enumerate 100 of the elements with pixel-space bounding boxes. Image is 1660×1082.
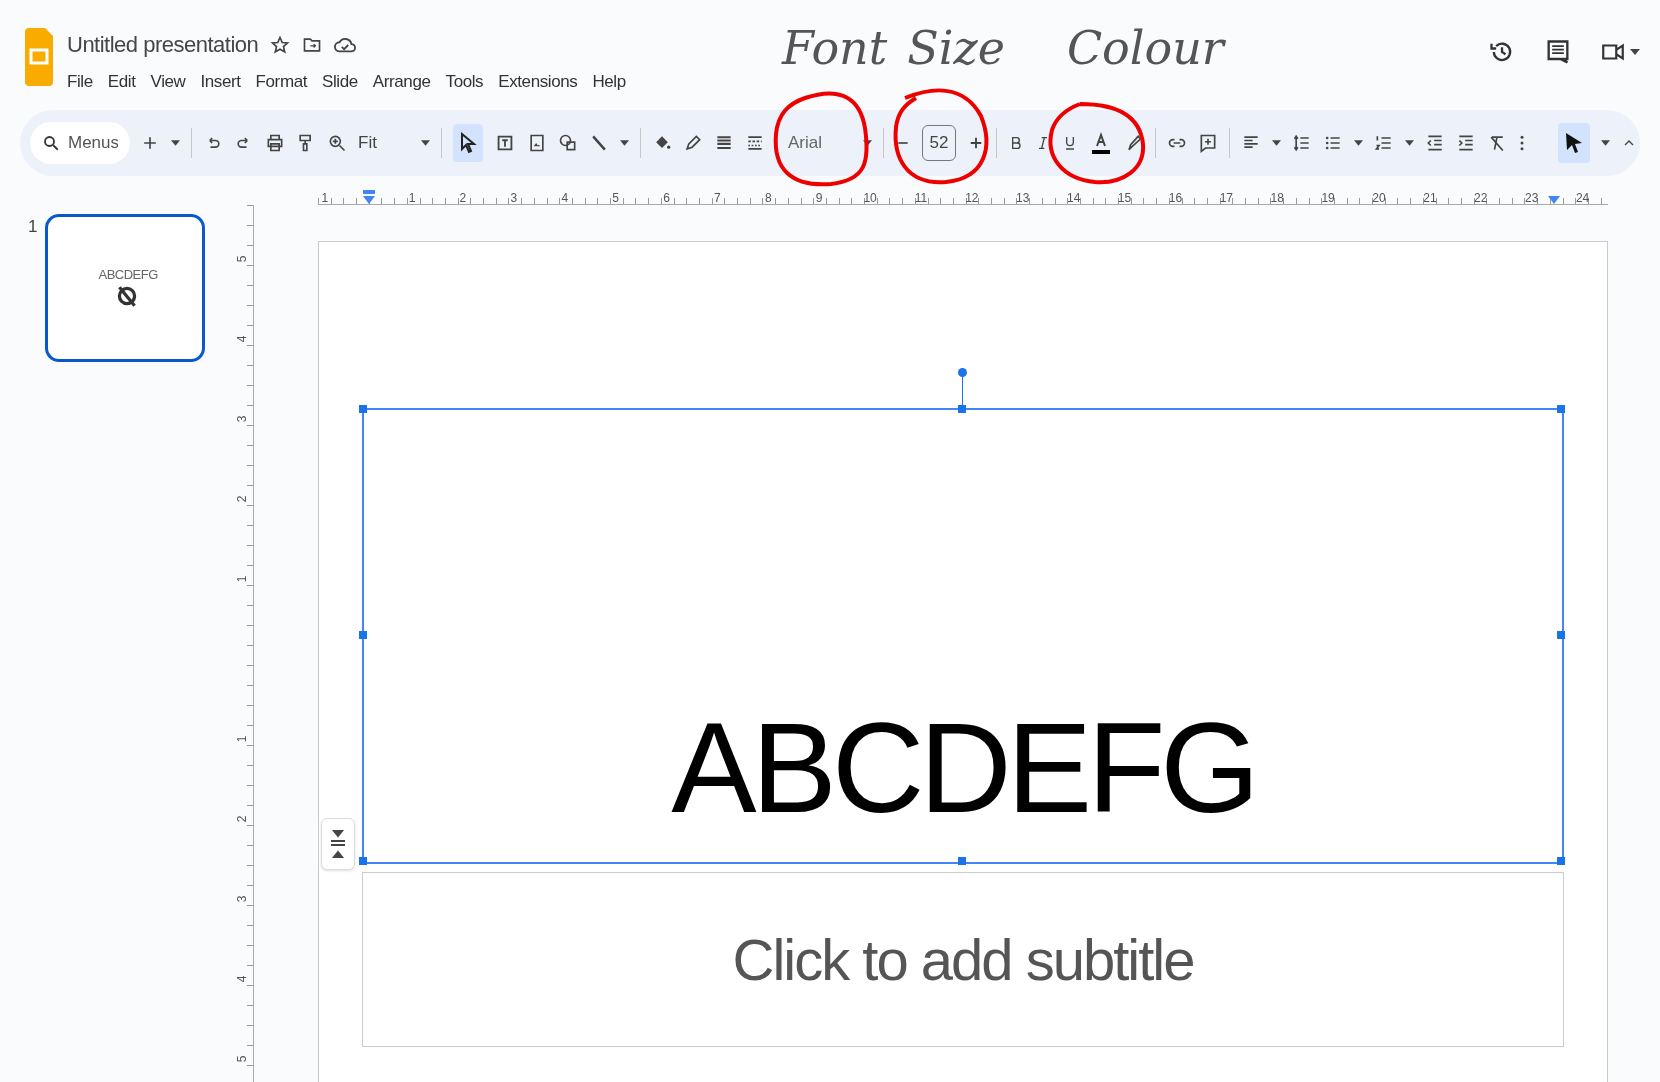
caret-icon[interactable] bbox=[1601, 140, 1610, 146]
right-indent-marker-icon[interactable] bbox=[1548, 196, 1560, 204]
select-tool-button[interactable] bbox=[453, 124, 483, 162]
image-icon[interactable] bbox=[527, 133, 547, 153]
ruler-number: 10 bbox=[863, 192, 877, 204]
caret-icon[interactable] bbox=[171, 140, 180, 146]
menu-item[interactable]: Help bbox=[592, 69, 626, 95]
menu-item[interactable]: File bbox=[67, 69, 93, 95]
menu-item[interactable]: Format bbox=[255, 69, 308, 95]
font-dropdown[interactable]: Arial bbox=[788, 130, 872, 156]
subtitle-placeholder-box[interactable]: Click to add subtitle bbox=[362, 872, 1564, 1047]
menu-item[interactable]: Edit bbox=[107, 69, 136, 95]
rotate-handle[interactable] bbox=[958, 368, 967, 408]
resize-handle[interactable] bbox=[958, 405, 966, 413]
ruler-number: 6 bbox=[663, 192, 670, 204]
text-color-icon[interactable] bbox=[1089, 130, 1113, 156]
more-icon[interactable] bbox=[1518, 133, 1526, 153]
search-field[interactable]: Menus bbox=[68, 130, 118, 156]
handwritten-note: Size bbox=[907, 20, 1005, 77]
star-icon[interactable] bbox=[270, 34, 291, 55]
slide-number: 1 bbox=[28, 216, 38, 238]
ruler-number: 24 bbox=[1575, 192, 1590, 204]
ruler-number: 2 bbox=[234, 815, 251, 823]
resize-handle[interactable] bbox=[359, 405, 367, 413]
handwritten-note: Font bbox=[782, 20, 888, 77]
cursor-icon bbox=[459, 132, 477, 154]
ruler-number: 15 bbox=[1117, 192, 1132, 204]
resize-handle[interactable] bbox=[1557, 857, 1565, 865]
ruler-number: 17 bbox=[1219, 192, 1233, 204]
caret-icon[interactable] bbox=[1354, 140, 1363, 146]
autofit-icon bbox=[329, 829, 347, 859]
increase-indent-icon[interactable] bbox=[1456, 133, 1476, 153]
ruler-number: 5 bbox=[234, 255, 251, 263]
menu-item[interactable]: Extensions bbox=[498, 69, 578, 95]
resize-handle[interactable] bbox=[359, 857, 367, 865]
search-bar[interactable]: Menus bbox=[30, 122, 130, 164]
ruler-number: 23 bbox=[1525, 192, 1539, 204]
ruler-number: 2 bbox=[459, 192, 467, 204]
slide-thumbnail[interactable]: ABCDEFG bbox=[45, 214, 206, 362]
thumbnail-text: ABCDEFG bbox=[98, 266, 158, 284]
shape-icon[interactable] bbox=[558, 133, 578, 153]
indent-marker-icon[interactable] bbox=[361, 190, 376, 206]
border-dash-icon[interactable] bbox=[745, 133, 765, 153]
decrease-indent-icon[interactable] bbox=[1425, 133, 1445, 153]
menu-item[interactable]: Insert bbox=[200, 69, 241, 95]
ruler-number: 4 bbox=[234, 975, 251, 983]
autofit-button[interactable] bbox=[321, 818, 355, 870]
caret-icon bbox=[421, 140, 430, 146]
ruler-number: 3 bbox=[234, 415, 251, 423]
print-icon[interactable] bbox=[265, 133, 285, 153]
ruler-number: 8 bbox=[764, 192, 772, 204]
font-size-field[interactable]: 52 bbox=[922, 125, 956, 161]
ruler-number: 4 bbox=[234, 335, 251, 343]
caret-icon bbox=[1630, 49, 1640, 55]
ruler-number: 22 bbox=[1474, 192, 1488, 204]
add-comment-icon[interactable] bbox=[1198, 133, 1218, 153]
ruler-number: 18 bbox=[1270, 192, 1284, 204]
zoom-dropdown[interactable]: Fit bbox=[358, 130, 430, 156]
ruler-number: 9 bbox=[815, 192, 823, 204]
zoom-icon[interactable] bbox=[327, 133, 347, 153]
ruler-number: 1 bbox=[408, 192, 416, 204]
document-title[interactable]: Untitled presentation bbox=[67, 28, 259, 61]
line-spacing-icon[interactable] bbox=[1292, 133, 1312, 153]
menu-item[interactable]: Slide bbox=[322, 69, 358, 95]
ruler-number: 2 bbox=[234, 495, 251, 503]
ruler-number: 12 bbox=[965, 192, 979, 204]
caret-icon bbox=[863, 140, 872, 146]
resize-handle[interactable] bbox=[958, 857, 966, 865]
ruler-number: 3 bbox=[234, 895, 251, 903]
subtitle-placeholder: Click to add subtitle bbox=[732, 926, 1194, 994]
menu-item[interactable]: Arrange bbox=[372, 69, 431, 95]
resize-handle[interactable] bbox=[1557, 405, 1565, 413]
resize-handle[interactable] bbox=[359, 631, 367, 639]
caret-icon[interactable] bbox=[1405, 140, 1414, 146]
handwritten-note: Colour bbox=[1066, 20, 1224, 77]
menu-item[interactable]: View bbox=[150, 69, 186, 95]
ruler-number: 5 bbox=[612, 192, 619, 204]
ruler-number: 1 bbox=[234, 575, 251, 583]
search-icon bbox=[42, 134, 60, 152]
border-color-icon[interactable] bbox=[683, 133, 703, 153]
pointer-mode-button[interactable] bbox=[1558, 123, 1590, 163]
caret-icon[interactable] bbox=[620, 140, 629, 146]
ruler-number: 11 bbox=[914, 192, 928, 204]
ruler-number: 21 bbox=[1423, 192, 1437, 204]
cursor-icon bbox=[1564, 131, 1584, 155]
numbered-list-icon[interactable] bbox=[1374, 133, 1394, 153]
ruler-number: 16 bbox=[1168, 192, 1183, 204]
menu-item[interactable]: Tools bbox=[445, 69, 484, 95]
ruler-number: 3 bbox=[510, 192, 518, 204]
ruler-number: 7 bbox=[714, 192, 721, 204]
ruler-number: 14 bbox=[1066, 192, 1081, 204]
ruler-number: 20 bbox=[1372, 192, 1386, 204]
slide-title: ABCDEFG bbox=[671, 704, 1255, 832]
ruler-number: 13 bbox=[1016, 192, 1030, 204]
resize-handle[interactable] bbox=[1557, 631, 1565, 639]
ruler-number: 1 bbox=[234, 735, 251, 743]
caret-icon[interactable] bbox=[1272, 140, 1281, 146]
ruler-number: 4 bbox=[561, 192, 569, 204]
ruler-number: 19 bbox=[1321, 192, 1335, 204]
ruler-number: 5 bbox=[234, 1055, 251, 1063]
